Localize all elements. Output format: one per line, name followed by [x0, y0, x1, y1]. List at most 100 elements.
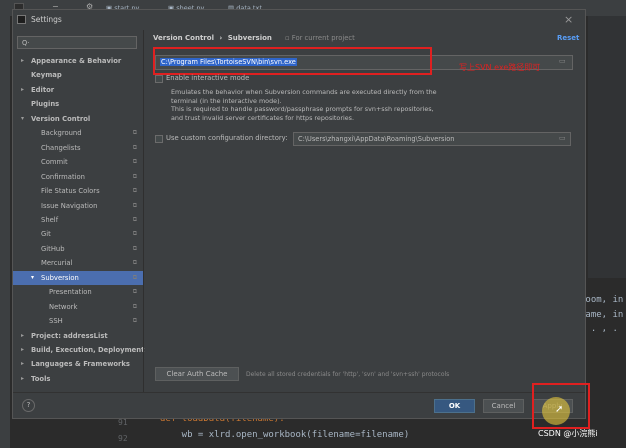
sidebar-item-label: Plugins: [31, 100, 60, 109]
sidebar-item-label: Keymap: [31, 71, 62, 80]
chevron-down-icon[interactable]: ▾: [31, 271, 34, 285]
divider: [143, 30, 144, 392]
sidebar-item[interactable]: Mercurial ⧉: [13, 256, 143, 270]
sidebar-item[interactable]: Background ⧉: [13, 126, 143, 140]
project-scope-icon: ⧉: [132, 230, 137, 238]
settings-sidebar: ▸ Appearance & Behavior Keymap ▸ Editor Plugi…: [13, 54, 145, 416]
sidebar-item-label: Editor: [31, 85, 55, 94]
settings-dialog: Settings × Q· ▸ Appearance & Behavior Keym…: [12, 9, 586, 419]
scope-label: For current project: [291, 34, 355, 42]
sidebar-item[interactable]: Issue Navigation ⧉: [13, 199, 143, 213]
chevron-right-icon[interactable]: ▸: [21, 329, 24, 343]
close-icon[interactable]: ×: [564, 13, 573, 26]
sidebar-item-label: Confirmation: [41, 172, 85, 181]
chevron-right-icon[interactable]: ▸: [21, 372, 24, 386]
sidebar-item[interactable]: Shelf ⧉: [13, 213, 143, 227]
reset-link[interactable]: Reset: [557, 34, 579, 42]
sidebar-item[interactable]: Presentation ⧉: [13, 285, 143, 299]
project-scope-icon: ⧉: [132, 259, 137, 267]
sidebar-item[interactable]: ▸ Editor: [13, 83, 143, 97]
interactive-description: Emulates the behavior when Subversion co…: [171, 88, 437, 122]
footer-divider: [13, 392, 585, 393]
sidebar-item-label: File Status Colors: [41, 187, 100, 196]
help-button[interactable]: ?: [22, 399, 35, 412]
annotation-text: 写上SVN.exe路径即可: [459, 63, 541, 72]
clear-cache-description: Delete all stored credentials for 'http'…: [246, 371, 450, 378]
sidebar-item[interactable]: ▸ Languages & Frameworks: [13, 357, 143, 371]
sidebar-item-label: Languages & Frameworks: [31, 360, 130, 369]
sidebar-item-label: Changelists: [41, 143, 81, 152]
sidebar-item[interactable]: ▸ Project: addressList: [13, 329, 143, 343]
project-scope-icon: ⧉: [132, 158, 137, 166]
custom-config-label: Use custom configuration directory:: [166, 134, 288, 142]
project-scope-icon: ⧉: [132, 143, 137, 151]
project-scope-icon: ⧉: [132, 317, 137, 325]
dialog-title: Settings: [31, 15, 62, 24]
description-line: This is required to handle password/pass…: [171, 105, 434, 113]
sidebar-item-label: GitHub: [41, 244, 65, 253]
code-snippet: name, in: [580, 310, 624, 320]
annotation-box: [153, 47, 432, 75]
folder-icon[interactable]: ▭: [559, 57, 566, 65]
sidebar-item-label: Build, Execution, Deployment: [31, 346, 145, 354]
folder-icon[interactable]: ▭: [559, 134, 566, 142]
sidebar-item-label: Background: [41, 129, 82, 138]
sidebar-item-label: Commit: [41, 158, 68, 167]
sidebar-item-label: Version Control: [31, 114, 91, 123]
project-scope-icon: ⧉: [132, 244, 137, 252]
sidebar-item-label: Project: addressList: [31, 331, 108, 340]
ok-button[interactable]: OK: [434, 399, 475, 413]
sidebar-item-label: Appearance & Behavior: [31, 57, 122, 65]
sidebar-item[interactable]: ▾ Subversion ⧉: [13, 270, 143, 285]
sidebar-item[interactable]: Keymap: [13, 68, 143, 82]
code-snippet: room, in: [580, 295, 624, 305]
cancel-button[interactable]: Cancel: [483, 399, 524, 413]
pycharm-icon: [17, 15, 26, 24]
project-scope-icon: ⧉: [132, 273, 137, 281]
sidebar-item[interactable]: Git ⧉: [13, 227, 143, 241]
project-scope-icon: ⧉: [132, 172, 137, 180]
project-scope-icon: ⧉: [132, 302, 137, 310]
cursor-icon: ➚: [555, 404, 564, 415]
sidebar-item-label: Subversion: [41, 273, 79, 282]
chevron-right-icon[interactable]: ▸: [21, 54, 24, 68]
line-number: 92: [118, 434, 128, 443]
sidebar-item[interactable]: SSH ⧉: [13, 314, 143, 328]
watermark: CSDN @小浣熊i: [538, 429, 598, 438]
sidebar-item[interactable]: ▸ Tools: [13, 372, 143, 386]
interactive-mode-label: Enable interactive mode: [166, 74, 250, 82]
sidebar-item[interactable]: Network ⧉: [13, 300, 143, 314]
project-scope-icon: ⧉: [132, 129, 137, 137]
clear-auth-cache-button[interactable]: Clear Auth Cache: [155, 367, 239, 381]
sidebar-item[interactable]: GitHub ⧉: [13, 242, 143, 256]
chevron-right-icon[interactable]: ▸: [21, 357, 24, 371]
sidebar-item-label: Mercurial: [41, 259, 73, 268]
breadcrumb-separator: ›: [219, 34, 223, 42]
ide-left-gutter: [0, 16, 10, 448]
project-icon: ▫: [285, 34, 290, 42]
settings-search-input[interactable]: Q·: [17, 36, 137, 49]
project-scope-icon: ⧉: [132, 201, 137, 209]
sidebar-item[interactable]: Plugins: [13, 97, 143, 111]
project-scope-icon: ⧉: [132, 215, 137, 223]
chevron-down-icon[interactable]: ▾: [21, 112, 24, 126]
sidebar-item-label: Tools: [31, 374, 51, 383]
sidebar-item[interactable]: File Status Colors ⧉: [13, 184, 143, 198]
sidebar-item[interactable]: Confirmation ⧉: [13, 170, 143, 184]
sidebar-item[interactable]: Changelists ⧉: [13, 141, 143, 155]
description-line: and trust invalid server certificates fo…: [171, 113, 355, 122]
sidebar-item[interactable]: ▸ Appearance & Behavior: [13, 54, 143, 68]
custom-config-checkbox[interactable]: [155, 135, 163, 143]
interactive-mode-checkbox[interactable]: [155, 75, 163, 83]
project-scope-icon: ⧉: [132, 187, 137, 195]
chevron-right-icon[interactable]: ▸: [21, 83, 24, 97]
sidebar-item[interactable]: ▾ Version Control: [13, 112, 143, 126]
sidebar-item[interactable]: ▸ Build, Execution, Deployment: [13, 343, 145, 357]
line-number: 91: [118, 418, 128, 427]
sidebar-item-label: Issue Navigation: [41, 201, 98, 210]
config-directory-field[interactable]: C:\Users\zhangxi\AppData\Roaming\Subvers…: [293, 132, 571, 146]
chevron-right-icon[interactable]: ▸: [21, 343, 24, 357]
sidebar-item[interactable]: Commit ⧉: [13, 155, 143, 169]
sidebar-item-label: Network: [49, 302, 78, 311]
sidebar-item-label: Presentation: [49, 288, 92, 297]
